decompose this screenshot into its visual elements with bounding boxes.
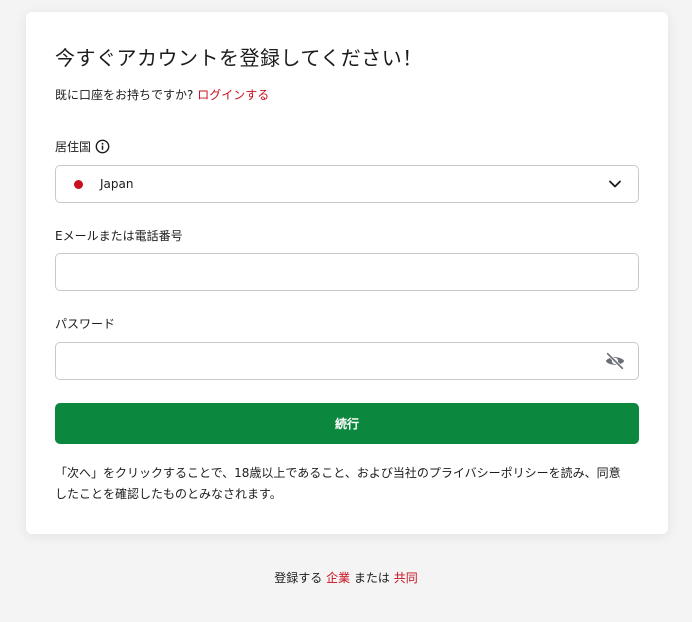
chevron-down-icon bbox=[609, 180, 621, 188]
country-selected-value: Japan bbox=[100, 177, 134, 191]
business-register-link[interactable]: 企業 bbox=[326, 571, 350, 585]
country-select[interactable]: Japan bbox=[55, 165, 639, 203]
password-label-text: パスワード bbox=[55, 317, 116, 331]
continue-button[interactable]: 続行 bbox=[55, 403, 639, 444]
email-field-wrapper bbox=[55, 253, 639, 291]
password-field-wrapper bbox=[55, 342, 639, 380]
page-title: 今すぐアカウントを登録してください！ bbox=[55, 46, 423, 70]
password-field[interactable] bbox=[56, 343, 638, 379]
terms-text: 「次へ」をクリックすることで、18歳以上であること、および当社のプライバシーポリ… bbox=[55, 466, 621, 501]
email-field[interactable] bbox=[56, 254, 638, 290]
footer-prefix: 登録する bbox=[274, 571, 323, 585]
email-label-text: Eメールまたは電話番号 bbox=[55, 229, 183, 243]
password-label: パスワード bbox=[55, 315, 115, 332]
footer-middle: または bbox=[353, 571, 390, 585]
login-link[interactable]: ログインする bbox=[197, 88, 269, 102]
login-prompt: 既に口座をお持ちですか? ログインする bbox=[55, 86, 269, 103]
japan-flag-icon bbox=[74, 179, 83, 189]
email-label: Eメールまたは電話番号 bbox=[55, 227, 183, 244]
signup-card: 今すぐアカウントを登録してください！ 既に口座をお持ちですか? ログインする 居… bbox=[26, 12, 668, 534]
info-circle-icon[interactable] bbox=[95, 139, 110, 154]
register-footer: 登録する 企業 または 共同 bbox=[0, 569, 692, 586]
joint-register-link[interactable]: 共同 bbox=[394, 571, 418, 585]
country-label-text: 居住国 bbox=[55, 140, 92, 154]
eye-slash-icon[interactable] bbox=[604, 351, 626, 371]
country-label: 居住国 bbox=[55, 138, 110, 155]
login-prompt-text: 既に口座をお持ちですか? bbox=[55, 88, 194, 102]
